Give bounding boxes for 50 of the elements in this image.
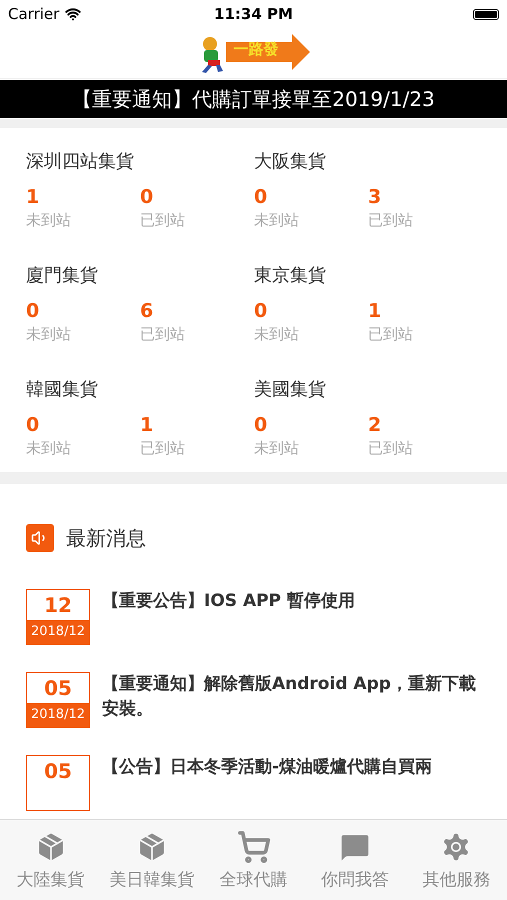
stat-count: 0: [140, 185, 154, 210]
cart-icon: [236, 830, 271, 864]
tab-item[interactable]: 全球代購: [202, 820, 304, 900]
stat-count: 0: [26, 413, 40, 438]
stat-label: 已到站: [368, 324, 414, 344]
status-time: 11:34 PM: [214, 5, 293, 23]
news-headline[interactable]: 【重要通知】解除舊版Android App，重新下載安裝。: [102, 672, 481, 722]
news-headline[interactable]: 【重要公告】IOS APP 暫停使用: [102, 589, 355, 614]
stat-count: 1: [140, 413, 154, 438]
section-title: 最新消息: [66, 524, 146, 552]
warehouse-name: 美國集貨: [254, 378, 327, 402]
tab-item[interactable]: 你問我答: [304, 820, 406, 900]
stat-label: 已到站: [140, 324, 186, 344]
carrier-name: Carrier: [8, 5, 60, 23]
notice-banner: 【重要通知】代購訂單接單至2019/1/23: [0, 80, 507, 118]
stat-label: 已到站: [368, 438, 414, 458]
stat-count: 3: [368, 185, 382, 210]
date-badge: 05: [26, 755, 90, 811]
stat-label: 未到站: [254, 438, 300, 458]
tab-item[interactable]: 其他服務: [406, 820, 507, 900]
stat-label: 未到站: [26, 438, 72, 458]
date-badge: 12 2018/12: [26, 589, 90, 645]
stat-label: 未到站: [254, 324, 300, 344]
speaker-icon: [26, 524, 54, 552]
warehouse-name: 韓國集貨: [26, 378, 99, 402]
warehouse-name: 大阪集貨: [254, 150, 327, 174]
stat-label: 已到站: [368, 210, 414, 230]
stat-label: 已到站: [140, 210, 186, 230]
date-badge: 05 2018/12: [26, 672, 90, 728]
stat-count: 6: [140, 299, 154, 324]
stat-count: 2: [368, 413, 382, 438]
stat-count: 0: [26, 299, 40, 324]
stat-label: 未到站: [26, 324, 72, 344]
stat-label: 未到站: [254, 210, 300, 230]
stat-label: 已到站: [140, 438, 186, 458]
warehouse-name: 東京集貨: [254, 264, 327, 288]
stat-count: 0: [254, 413, 268, 438]
tab-item[interactable]: 大陸集貨: [0, 820, 102, 900]
wifi-icon: [65, 6, 82, 22]
battery-icon: [472, 8, 499, 20]
stat-count: 1: [26, 185, 40, 210]
warehouse-name: 廈門集貨: [26, 264, 99, 288]
logo-text: 一路發: [234, 40, 278, 59]
tab-item[interactable]: 美日韓集貨: [101, 820, 203, 900]
stat-count: 0: [254, 185, 268, 210]
stat-count: 0: [254, 299, 268, 324]
news-headline[interactable]: 【公告】日本冬季活動-煤油暖爐代購自買兩: [102, 755, 432, 780]
warehouse-name: 深圳四站集貨: [26, 150, 135, 174]
stat-count: 1: [368, 299, 382, 324]
stat-label: 未到站: [26, 210, 72, 230]
